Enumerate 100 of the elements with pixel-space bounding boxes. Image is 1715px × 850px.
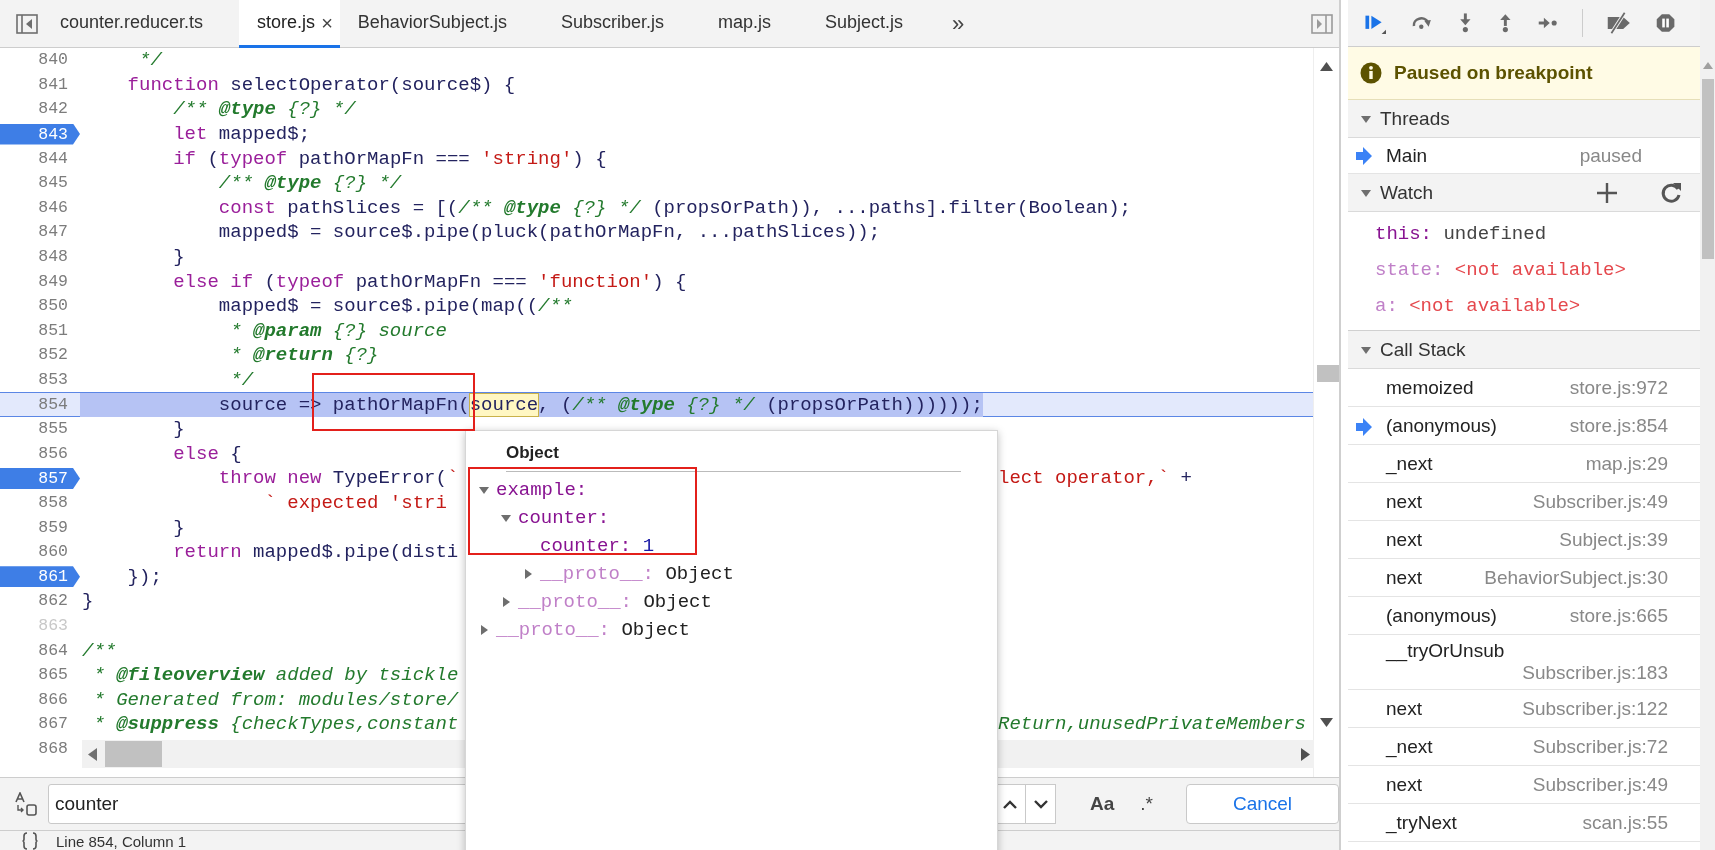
line-number[interactable]: 844 <box>38 146 80 171</box>
cancel-button[interactable]: Cancel <box>1186 784 1339 824</box>
source-location[interactable]: Subject.js:39 <box>1559 528 1668 551</box>
source-location[interactable]: Subscriber.js:72 <box>1532 735 1668 758</box>
source-location[interactable]: store.js:854 <box>1569 414 1668 437</box>
call-frame[interactable]: next Subscriber.js:122 <box>1348 690 1700 728</box>
more-tabs-button[interactable]: » <box>952 10 965 37</box>
source-location[interactable]: store.js:972 <box>1569 376 1668 399</box>
disclosure-triangle-icon[interactable] <box>478 624 490 636</box>
call-frame[interactable]: (anonymous) store.js:665 <box>1348 597 1700 635</box>
watch-expression[interactable]: a: <not available> <box>1375 288 1581 324</box>
call-frame[interactable]: _tryNext scan.js:55 <box>1348 804 1700 842</box>
regex-button[interactable]: .* <box>1136 789 1157 819</box>
breakpoint-marker[interactable]: 857 <box>0 467 80 489</box>
call-frame[interactable]: (anonymous) store.js:854 <box>1348 407 1700 445</box>
tree-item[interactable]: __proto__: Object <box>478 616 997 644</box>
line-number[interactable]: 852 <box>38 343 80 368</box>
call-frame[interactable]: memoized store.js:972 <box>1348 369 1700 407</box>
chevron-down-icon <box>1033 799 1048 809</box>
line-number[interactable]: 842 <box>38 97 80 122</box>
line-number[interactable]: 867 <box>38 712 80 737</box>
tree-item[interactable]: counter: 1 <box>478 532 997 560</box>
call-frame[interactable]: _next Subscriber.js:72 <box>1348 728 1700 766</box>
line-number[interactable]: 856 <box>38 441 80 466</box>
line-number[interactable]: 854 <box>38 392 80 417</box>
line-number[interactable]: 841 <box>38 72 80 97</box>
vertical-scrollbar[interactable] <box>1700 0 1715 850</box>
file-tab[interactable]: store.js × <box>239 0 340 48</box>
tree-item[interactable]: example: <box>478 476 997 504</box>
call-frame[interactable]: next BehaviorSubject.js:30 <box>1348 559 1700 597</box>
line-number[interactable]: 850 <box>38 294 80 319</box>
line-number[interactable]: 847 <box>38 220 80 245</box>
code-line: * @param {?} source <box>229 318 447 343</box>
close-tab-button[interactable]: × <box>321 12 333 33</box>
line-number[interactable]: 859 <box>38 515 80 540</box>
line-number[interactable]: 862 <box>38 589 80 614</box>
scrollbar-thumb[interactable] <box>1702 79 1714 259</box>
breakpoint-marker[interactable]: 861 <box>0 566 80 588</box>
line-number[interactable]: 849 <box>38 269 80 294</box>
function-name: next <box>1386 697 1422 720</box>
replace-toggle-icon[interactable] <box>14 792 38 816</box>
line-number[interactable]: 868 <box>38 736 80 761</box>
line-number[interactable]: 855 <box>38 417 80 442</box>
scroll-down-icon[interactable] <box>1320 718 1333 727</box>
line-number[interactable]: 865 <box>38 663 80 688</box>
source-location[interactable]: Subscriber.js:183 <box>1522 662 1668 684</box>
line-number[interactable]: 840 <box>38 48 80 73</box>
braces-icon[interactable] <box>22 832 38 850</box>
tree-item[interactable]: __proto__: Object <box>478 560 997 588</box>
line-number[interactable]: 848 <box>38 245 80 270</box>
scroll-right-icon[interactable] <box>1301 747 1310 761</box>
file-tab[interactable]: BehaviorSubject.js <box>339 0 543 48</box>
call-frame[interactable]: next Subscriber.js:49 <box>1348 483 1700 521</box>
call-frame[interactable]: next Subscriber.js:49 <box>1348 766 1700 804</box>
tree-item[interactable]: counter: <box>478 504 997 532</box>
disclosure-triangle-icon[interactable] <box>478 484 490 496</box>
line-number[interactable]: 846 <box>38 195 80 220</box>
call-frame[interactable]: _next map.js:29 <box>1348 445 1700 483</box>
section-header[interactable]: Call Stack <box>1348 331 1700 369</box>
file-tab[interactable]: Subscriber.js <box>542 0 700 48</box>
call-frame[interactable]: next Subject.js:39 <box>1348 521 1700 559</box>
line-number[interactable]: 860 <box>38 540 80 565</box>
line-number[interactable]: 866 <box>38 687 80 712</box>
scrollbar-thumb[interactable] <box>1317 365 1339 382</box>
file-tab[interactable]: map.js <box>699 0 807 48</box>
match-case-button[interactable]: Aa <box>1086 789 1119 819</box>
file-tab[interactable]: counter.reducer.ts <box>42 0 240 48</box>
source-location[interactable]: BehaviorSubject.js:30 <box>1484 566 1668 589</box>
line-number[interactable]: 864 <box>38 638 80 663</box>
refresh-icon[interactable] <box>1660 181 1682 204</box>
disclosure-triangle-icon[interactable] <box>500 596 512 608</box>
add-icon[interactable] <box>1596 181 1618 204</box>
code-line: ` expected 'stri <box>263 491 447 515</box>
scrollbar-thumb[interactable] <box>105 741 162 767</box>
source-location[interactable]: Subscriber.js:49 <box>1532 773 1668 796</box>
line-number[interactable]: 858 <box>38 491 80 515</box>
source-location[interactable]: scan.js:55 <box>1582 811 1668 834</box>
breakpoint-marker[interactable]: 843 <box>0 123 80 145</box>
code-line: /** @type {?} */ <box>217 171 402 196</box>
scroll-up-icon[interactable] <box>1320 62 1333 71</box>
line-number[interactable]: 851 <box>38 318 80 343</box>
file-tab[interactable]: Subject.js <box>806 0 939 48</box>
tree-item[interactable]: __proto__: Object <box>478 588 997 616</box>
sidebar-toggle-icon[interactable] <box>1311 13 1333 34</box>
navigator-toggle-icon[interactable] <box>16 13 38 34</box>
line-number[interactable]: 845 <box>38 171 80 196</box>
line-number[interactable]: 853 <box>38 368 80 392</box>
source-location[interactable]: store.js:665 <box>1569 604 1668 627</box>
function-name: _tryNext <box>1386 811 1457 834</box>
source-location[interactable]: Subscriber.js:49 <box>1532 490 1668 513</box>
source-location[interactable]: map.js:29 <box>1585 452 1668 475</box>
scroll-left-icon[interactable] <box>88 747 97 761</box>
source-location[interactable]: Subscriber.js:122 <box>1522 697 1668 720</box>
section-header[interactable]: Watch <box>1348 174 1700 212</box>
disclosure-triangle-icon[interactable] <box>500 512 512 524</box>
section-header[interactable]: Threads <box>1348 100 1700 138</box>
watch-expression[interactable]: this: undefined <box>1375 216 1547 252</box>
watch-expression[interactable]: state: <not available> <box>1375 252 1626 288</box>
disclosure-triangle-icon[interactable] <box>522 568 534 580</box>
vertical-scrollbar[interactable] <box>1313 48 1339 777</box>
